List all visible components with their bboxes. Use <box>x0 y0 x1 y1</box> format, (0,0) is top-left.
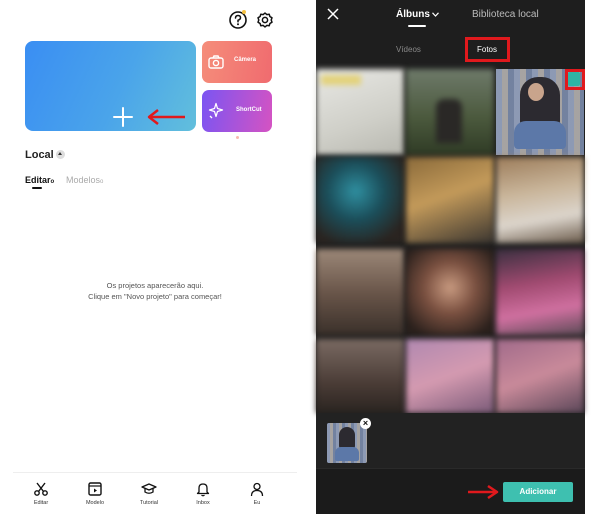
notification-dot <box>242 10 246 14</box>
picker-footer: Adicionar <box>316 468 585 514</box>
scissors-icon <box>34 482 48 496</box>
tab-editar-label: Editar <box>25 175 51 185</box>
section-title: Local <box>25 149 54 161</box>
tab-local-library[interactable]: Biblioteca local <box>472 9 539 20</box>
nav-item-editar[interactable]: Editar <box>23 481 59 506</box>
nav-item-eu[interactable]: Eu <box>239 481 275 506</box>
tab-modelos[interactable]: Modeloso <box>66 175 103 185</box>
bell-icon <box>196 483 210 497</box>
sparkle-icon <box>208 102 224 119</box>
nav-item-tutorial[interactable]: Tutorial <box>131 481 167 506</box>
subtab-photos[interactable]: Fotos <box>477 45 497 54</box>
tab-editar[interactable]: Editaro <box>25 175 54 185</box>
empty-state-message: Os projetos aparecerão aqui. Clique em "… <box>13 280 297 302</box>
photo-thumbnail[interactable] <box>496 157 584 243</box>
empty-state-line1: Os projetos aparecerão aqui. <box>106 281 204 290</box>
photo-thumbnail[interactable] <box>496 339 584 413</box>
selected-thumbnail[interactable] <box>327 423 367 463</box>
photo-thumbnail[interactable] <box>406 249 494 335</box>
person-icon <box>250 482 264 497</box>
empty-state-line2: Clique em "Novo projeto" para começar! <box>88 292 222 301</box>
nav-label-modelo: Modelo <box>85 500 105 506</box>
selected-media-tray: × <box>316 413 585 468</box>
nav-item-inbox[interactable]: Inbox <box>185 481 221 506</box>
media-picker-screen: Álbuns Biblioteca local Vídeos Fotos × A… <box>316 0 585 514</box>
tab-albums[interactable]: Álbuns <box>396 9 430 20</box>
camera-icon <box>208 55 224 69</box>
photo-thumbnail[interactable] <box>406 339 494 413</box>
subtab-videos[interactable]: Vídeos <box>396 45 421 54</box>
photo-thumbnail[interactable] <box>496 249 584 335</box>
shortcut-card[interactable]: ShortCut <box>202 90 272 132</box>
tab-modelos-label: Modelos <box>66 175 101 185</box>
tab-editar-suffix: o <box>50 179 55 185</box>
add-button[interactable]: Adicionar <box>503 482 573 502</box>
nav-label-tutorial: Tutorial <box>139 500 159 506</box>
bottom-nav: Editar Modelo Tutorial Inbox Eu <box>13 472 297 514</box>
photo-thumbnail[interactable] <box>316 157 404 243</box>
annotation-arrow-icon <box>468 484 499 500</box>
close-icon[interactable] <box>327 8 339 20</box>
active-tab-indicator <box>32 187 42 189</box>
active-tab-indicator <box>408 25 426 27</box>
photo-grid <box>316 69 585 413</box>
new-project-label: Novo projeto <box>82 137 139 147</box>
remove-selection-icon[interactable]: × <box>360 418 371 429</box>
nav-label-eu: Eu <box>253 500 261 506</box>
home-screen: Novo projeto Câmera ShortCut Local Edita… <box>13 0 297 514</box>
annotation-highlight-box <box>565 69 585 90</box>
template-icon <box>88 482 102 496</box>
chevron-down-icon[interactable] <box>432 12 439 17</box>
camera-label: Câmera <box>234 57 257 63</box>
new-project-card[interactable]: Novo projeto <box>25 41 196 147</box>
collapse-caret-icon[interactable] <box>56 150 65 159</box>
shortcut-label: ShortCut <box>236 107 262 113</box>
nav-label-editar: Editar <box>33 500 49 506</box>
nav-label-inbox: Inbox <box>196 500 210 506</box>
plus-icon <box>113 107 133 127</box>
graduation-cap-icon <box>141 483 157 494</box>
gear-icon[interactable] <box>255 10 275 30</box>
photo-thumbnail[interactable] <box>406 157 494 243</box>
tab-modelos-suffix: o <box>100 179 104 185</box>
page-indicator-dot <box>236 136 239 139</box>
camera-card[interactable]: Câmera <box>202 41 272 83</box>
photo-thumbnail[interactable] <box>316 69 404 155</box>
photo-thumbnail[interactable] <box>316 339 404 413</box>
annotation-arrow-icon <box>147 109 185 125</box>
nav-item-modelo[interactable]: Modelo <box>77 481 113 506</box>
photo-thumbnail[interactable] <box>316 249 404 335</box>
photo-thumbnail[interactable] <box>406 69 494 155</box>
